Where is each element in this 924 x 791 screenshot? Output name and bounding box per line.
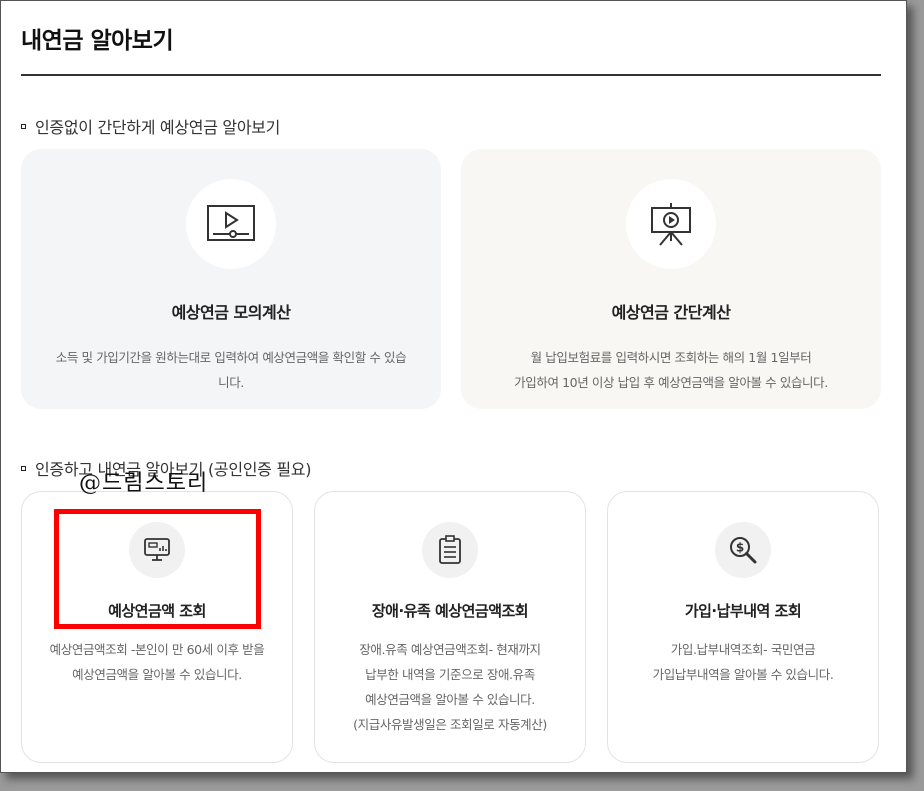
section-heading-label: 인증없이 간단하게 예상연금 알아보기 — [35, 118, 281, 137]
card-description-line: 납부한 내역을 기준으로 장애.유족 — [365, 667, 535, 682]
icon-circle — [422, 522, 478, 578]
card-title: 예상연금 모의계산 — [171, 303, 291, 322]
card-mock-calculation[interactable]: 예상연금 모의계산 소득 및 가입기간을 원하는대로 입력하여 예상연금액을 확… — [21, 149, 441, 409]
card-enrollment-payment-inquiry[interactable]: $ 가입·납부내역 조회 가입.납부내역조회- 국민연금 가입납부내역을 알아볼… — [607, 491, 879, 763]
card-title: 가입·납부내역 조회 — [684, 602, 802, 620]
card-description-line: 예상연금액을 알아볼 수 있습니다. — [72, 667, 242, 682]
icon-circle — [186, 179, 276, 269]
card-description-line: (지급사유발생일은 조회일로 자동계산) — [353, 717, 547, 732]
card-disability-survivor-inquiry[interactable]: 장애·유족 예상연금액조회 장애.유족 예상연금액조회- 현재까지 납부한 내역… — [314, 491, 586, 763]
icon-circle: $ — [715, 522, 771, 578]
title-divider — [21, 74, 881, 76]
square-bullet-icon — [21, 465, 26, 471]
card-description: 가입.납부내역조회- 국민연금 가입납부내역을 알아볼 수 있습니다. — [618, 637, 868, 687]
square-bullet-icon — [21, 123, 26, 129]
clipboard-icon — [439, 535, 461, 564]
card-title: 예상연금 간단계산 — [611, 303, 731, 322]
main-panel: 내연금 알아보기 인증없이 간단하게 예상연금 알아보기 예상연금 모의계산 소… — [0, 0, 907, 773]
card-description-line: 예상연금액을 알아볼 수 있습니다. — [365, 692, 535, 707]
card-description-line: 예상연금액조회 -본인이 만 60세 이후 받을 — [49, 642, 265, 657]
icon-circle — [626, 179, 716, 269]
card-description: 월 납입보험료를 입력하시면 조회하는 해의 1월 1일부터 가입하여 10년 … — [491, 345, 851, 395]
card-title: 장애·유족 예상연금액조회 — [371, 602, 529, 620]
magnifier-dollar-icon: $ — [730, 537, 757, 564]
card-description-line: 월 납입보험료를 입력하시면 조회하는 해의 1월 1일부터 — [530, 350, 812, 365]
section-heading-no-auth: 인증없이 간단하게 예상연금 알아보기 — [21, 114, 280, 138]
svg-text:$: $ — [736, 541, 744, 555]
card-description: 소득 및 가입기간을 원하는대로 입력하여 예상연금액을 확인할 수 있습니다. — [55, 350, 407, 390]
watermark-text: @드림스토리 — [79, 471, 209, 496]
video-play-icon — [207, 205, 255, 241]
card-description-line: 가입.납부내역조회- 국민연금 — [670, 642, 816, 657]
highlight-box — [54, 509, 261, 629]
presentation-board-icon — [651, 203, 691, 246]
card-description: 예상연금액조회 -본인이 만 60세 이후 받을 예상연금액을 알아볼 수 있습… — [32, 637, 282, 687]
card-description-line: 장애.유족 예상연금액조회- 현재까지 — [359, 642, 541, 657]
card-description-line: 가입납부내역을 알아볼 수 있습니다. — [652, 667, 834, 682]
page-title: 내연금 알아보기 — [21, 28, 174, 54]
card-description-line: 가입하여 10년 이상 납입 후 예상연금액을 알아볼 수 있습니다. — [514, 375, 828, 390]
card-simple-calculation[interactable]: 예상연금 간단계산 월 납입보험료를 입력하시면 조회하는 해의 1월 1일부터… — [461, 149, 881, 409]
card-description: 장애.유족 예상연금액조회- 현재까지 납부한 내역을 기준으로 장애.유족 예… — [325, 637, 575, 737]
